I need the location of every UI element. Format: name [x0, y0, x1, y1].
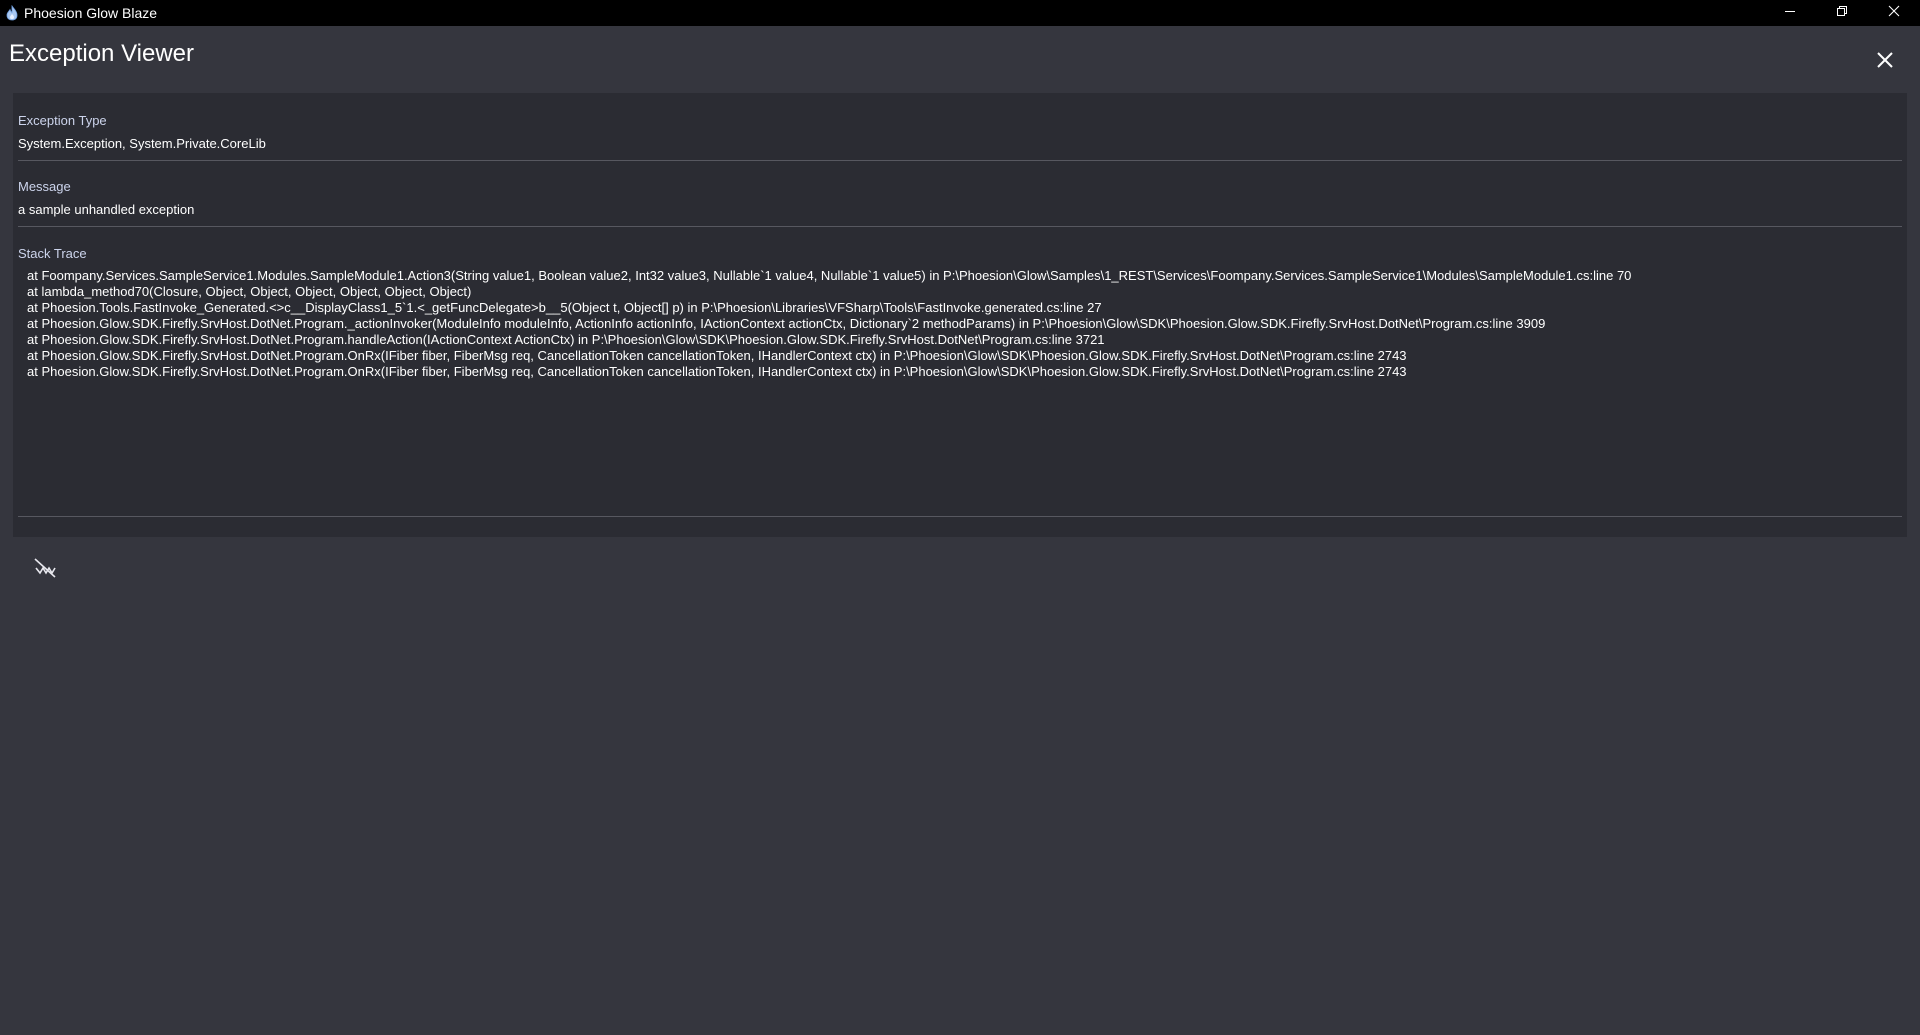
divider	[18, 160, 1902, 161]
restore-button[interactable]	[1816, 0, 1868, 26]
message-value[interactable]: a sample unhandled exception	[18, 202, 1902, 218]
message-field: Message a sample unhandled exception	[18, 179, 1902, 227]
dialog-close-button[interactable]	[1870, 47, 1900, 77]
exception-details-panel: Exception Type System.Exception, System.…	[13, 93, 1907, 537]
divider	[18, 226, 1902, 227]
stack-trace-line: at Phoesion.Glow.SDK.Firefly.SrvHost.Dot…	[27, 316, 1546, 331]
text-wrap-toggle-button[interactable]	[32, 557, 58, 583]
window-close-button[interactable]	[1868, 0, 1920, 26]
minimize-icon	[1784, 4, 1796, 22]
divider	[18, 516, 1902, 517]
window-controls	[1764, 0, 1920, 26]
stack-trace-line: at Phoesion.Glow.SDK.Firefly.SrvHost.Dot…	[27, 332, 1105, 347]
stack-trace-line: at Phoesion.Glow.SDK.Firefly.SrvHost.Dot…	[27, 348, 1407, 363]
exception-type-value[interactable]: System.Exception, System.Private.CoreLib	[18, 136, 1902, 152]
message-label: Message	[18, 179, 71, 194]
stack-trace-line: at Phoesion.Tools.FastInvoke_Generated.<…	[27, 300, 1102, 315]
exception-type-label: Exception Type	[18, 113, 107, 128]
minimize-button[interactable]	[1764, 0, 1816, 26]
flame-icon	[4, 5, 20, 21]
close-icon	[1876, 51, 1894, 74]
exception-type-field: Exception Type System.Exception, System.…	[18, 113, 1902, 161]
page-title: Exception Viewer	[9, 40, 194, 67]
window-title: Phoesion Glow Blaze	[24, 5, 158, 21]
text-wrap-icon	[33, 556, 57, 585]
close-icon	[1888, 4, 1900, 22]
stack-trace-line: at lambda_method70(Closure, Object, Obje…	[27, 284, 472, 299]
restore-icon	[1836, 4, 1848, 22]
stack-trace-textbox[interactable]: at Foompany.Services.SampleService1.Modu…	[18, 268, 1902, 511]
stack-trace-label: Stack Trace	[18, 246, 87, 261]
stack-trace-line: at Phoesion.Glow.SDK.Firefly.SrvHost.Dot…	[27, 364, 1407, 379]
stack-trace-line: at Foompany.Services.SampleService1.Modu…	[27, 268, 1632, 283]
window-titlebar[interactable]: Phoesion Glow Blaze	[0, 0, 1920, 26]
